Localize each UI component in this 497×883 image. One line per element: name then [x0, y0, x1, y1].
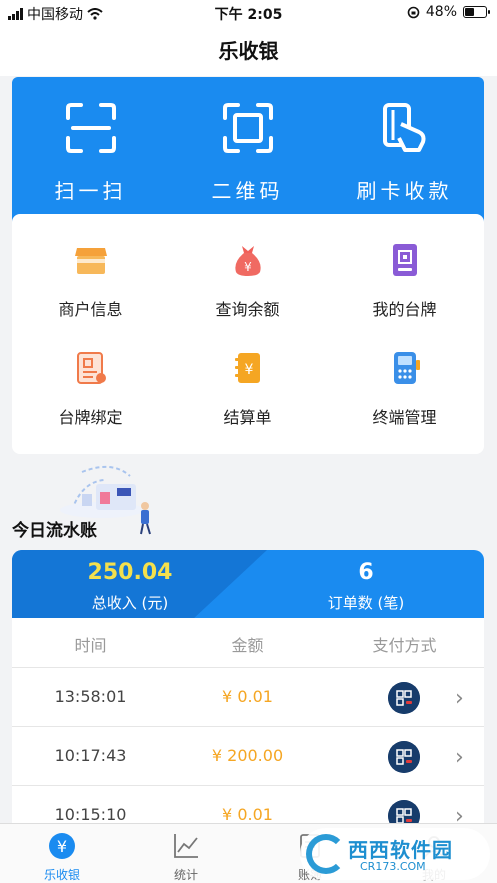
row-amount: ¥ 200.00	[211, 746, 284, 765]
chevron-right-icon: ›	[455, 686, 464, 711]
balance-query-item[interactable]: ¥ 查询余额	[169, 224, 326, 334]
rotation-lock-icon	[407, 6, 420, 18]
tab-statistics-label: 统计	[173, 868, 198, 882]
scan-button[interactable]: 扫一扫	[12, 77, 169, 222]
column-payment-method: 支付方式	[372, 636, 437, 655]
qr-code-label: 二维码	[211, 179, 284, 203]
merchant-info-label: 商户信息	[58, 300, 123, 319]
row-time: 13:58:01	[54, 687, 127, 706]
table-header: 时间 金额 支付方式	[12, 618, 484, 668]
table-row[interactable]: 13:58:01 ¥ 0.01 ›	[12, 669, 484, 727]
summary-banner: 250.04 总收入 (元) 6 订单数 (笔)	[12, 550, 484, 620]
chevron-right-icon: ›	[455, 804, 464, 823]
watermark-c-icon	[306, 834, 346, 874]
settlement-item[interactable]: ¥ 结算单	[169, 332, 326, 442]
today-ledger-header: 今日流水账	[12, 462, 172, 542]
total-income-value: 250.04	[87, 560, 173, 585]
tab-cashier[interactable]: ¥ 乐收银	[0, 824, 124, 883]
quick-actions-panel: 扫一扫 二维码 刷卡收款	[12, 77, 484, 222]
column-amount: 金额	[231, 636, 264, 655]
row-time: 10:15:10	[54, 805, 127, 823]
bind-document-icon	[76, 352, 106, 384]
total-income-label: 总收入 (元)	[91, 594, 169, 612]
tab-statistics[interactable]: 统计	[124, 824, 248, 883]
function-grid: 商户信息 ¥ 查询余额 我的台牌 台牌绑定 ¥ 结算单 终端管理	[12, 214, 484, 454]
my-table-card-item[interactable]: 我的台牌	[326, 224, 483, 334]
merchant-info-item[interactable]: 商户信息	[12, 224, 169, 334]
card-payment-label: 刷卡收款	[356, 179, 453, 203]
unionpay-qr-icon	[388, 800, 420, 823]
money-bag-icon: ¥	[234, 246, 261, 276]
status-right: 48%	[407, 4, 490, 20]
unionpay-qr-icon	[388, 741, 420, 773]
svg-text:¥: ¥	[244, 260, 252, 274]
tab-cashier-label: 乐收银	[43, 868, 80, 882]
row-amount: ¥ 0.01	[222, 805, 273, 823]
chevron-right-icon: ›	[455, 745, 464, 770]
row-amount: ¥ 0.01	[222, 687, 273, 706]
chart-icon	[174, 834, 198, 858]
page-title: 乐收银	[0, 26, 497, 76]
card-payment-button[interactable]: 刷卡收款	[326, 77, 483, 222]
unionpay-qr-icon	[388, 682, 420, 714]
table-row[interactable]: 10:17:43 ¥ 200.00 ›	[12, 728, 484, 786]
settlement-icon: ¥	[234, 353, 260, 383]
table-card-binding-item[interactable]: 台牌绑定	[12, 332, 169, 442]
status-bar: 中国移动 下午 2:05 48%	[0, 0, 497, 26]
today-ledger-title: 今日流水账	[12, 521, 97, 541]
table-card-icon	[392, 244, 417, 276]
battery-percent: 48%	[425, 4, 457, 20]
row-time: 10:17:43	[54, 746, 127, 765]
battery-icon	[463, 6, 490, 18]
terminal-management-item[interactable]: 终端管理	[326, 332, 483, 442]
order-count: 6 订单数 (笔)	[248, 550, 484, 620]
balance-query-label: 查询余额	[215, 300, 280, 319]
svg-text:¥: ¥	[244, 362, 253, 378]
watermark-logo: 西西软件园 CR173.COM	[300, 828, 490, 880]
settlement-label: 结算单	[223, 408, 272, 427]
watermark-title: 西西软件园	[348, 838, 453, 862]
shop-icon	[74, 248, 107, 274]
transactions-table: 时间 金额 支付方式 13:58:01 ¥ 0.01 › 10:17:43 ¥ …	[12, 618, 484, 823]
order-count-label: 订单数 (笔)	[327, 594, 405, 612]
yuan-icon: ¥	[49, 833, 75, 859]
pos-terminal-icon	[393, 352, 420, 384]
table-card-binding-label: 台牌绑定	[58, 408, 123, 427]
watermark-subtitle: CR173.COM	[360, 860, 426, 873]
scan-label: 扫一扫	[54, 179, 127, 203]
total-income: 250.04 总收入 (元)	[12, 550, 248, 620]
table-row[interactable]: 10:15:10 ¥ 0.01 ›	[12, 787, 484, 823]
card-swipe-icon	[382, 103, 425, 152]
qr-code-button[interactable]: 二维码	[169, 77, 326, 222]
svg-text:¥: ¥	[57, 837, 67, 856]
column-time: 时间	[74, 636, 107, 655]
qr-frame-icon	[222, 103, 273, 153]
order-count-value: 6	[358, 560, 374, 585]
terminal-management-label: 终端管理	[372, 408, 437, 427]
scan-icon	[65, 103, 116, 153]
my-table-card-label: 我的台牌	[372, 300, 437, 319]
